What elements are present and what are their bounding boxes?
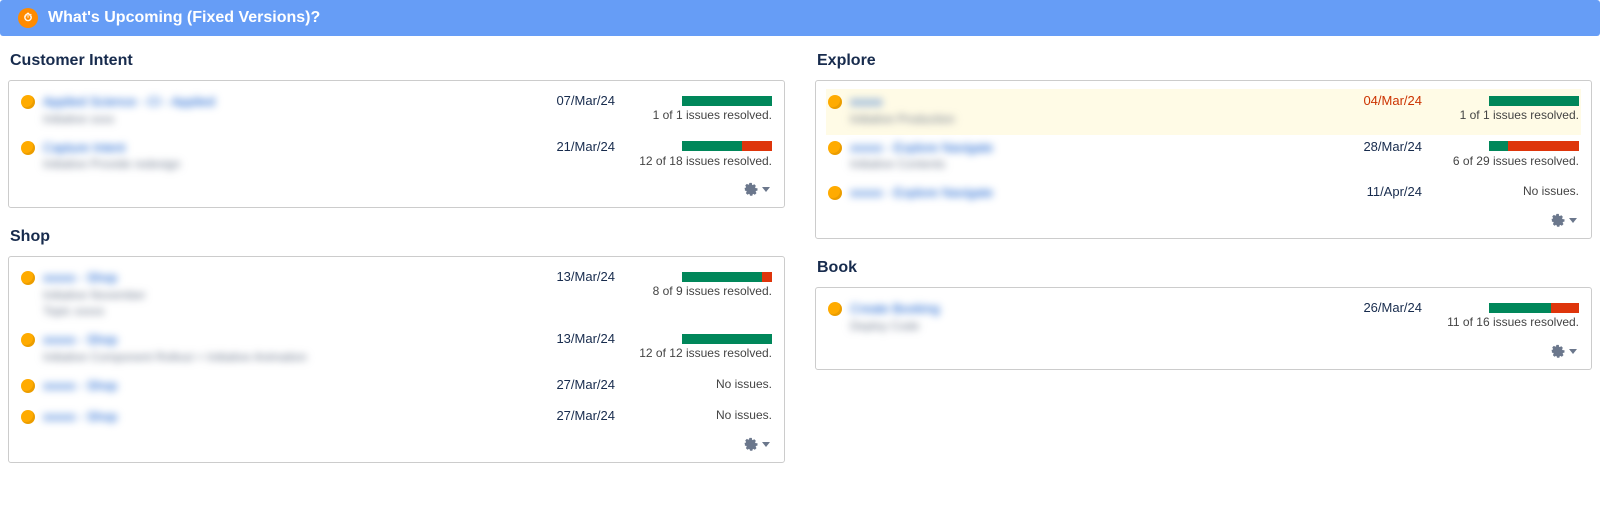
version-name: xxxxx - Explore Navigate [850, 184, 1334, 202]
version-date: 07/Mar/24 [527, 93, 627, 108]
progress-bar [1489, 303, 1579, 313]
clock-icon: ⏱ [18, 8, 38, 28]
version-name: xxxxx - Shop [43, 377, 527, 395]
version-subtitle: Initiative Production [850, 111, 1334, 127]
version-icon [21, 410, 35, 424]
left-column: Customer Intent Applied Science - CI - A… [8, 46, 785, 483]
progress-text: No issues. [627, 377, 772, 393]
version-subtitle: Initiative xxxx [43, 111, 527, 127]
progress-text: 11 of 16 issues resolved. [1434, 315, 1579, 331]
version-date: 28/Mar/24 [1334, 139, 1434, 154]
version-subtitle: Initiative Contents [850, 156, 1334, 172]
version-row[interactable]: xxxxx - Shop 27/Mar/24 No issues. [19, 373, 774, 404]
version-icon [828, 186, 842, 200]
progress-text: 12 of 12 issues resolved. [627, 346, 772, 362]
panel-actions-menu[interactable] [744, 437, 770, 451]
version-icon [21, 379, 35, 393]
version-name: xxxxx [850, 93, 1334, 111]
gadget-title: What's Upcoming (Fixed Versions)? [48, 9, 320, 27]
version-name: Capture Intent [43, 139, 527, 157]
right-column: Explore xxxxx Initiative Production 04/M… [815, 46, 1592, 483]
chevron-down-icon [762, 187, 770, 192]
version-row[interactable]: Capture Intent Initiative Provide redesi… [19, 135, 774, 181]
version-subtitle: Initiative Component Rollout + Initiativ… [43, 349, 527, 365]
version-icon [21, 333, 35, 347]
progress-text: 6 of 29 issues resolved. [1434, 154, 1579, 170]
panel-actions-menu[interactable] [744, 182, 770, 196]
progress-bar [682, 141, 772, 151]
chevron-down-icon [1569, 349, 1577, 354]
version-name: Create Booking [850, 300, 1334, 318]
version-name: xxxxx - Shop [43, 408, 527, 426]
panel-explore: xxxxx Initiative Production 04/Mar/24 1 … [815, 80, 1592, 239]
version-row[interactable]: Create Booking Deploy Code 26/Mar/24 11 … [826, 296, 1581, 342]
gear-icon [1551, 344, 1565, 358]
version-icon [21, 141, 35, 155]
version-subtitle: Initiative November [43, 287, 527, 303]
version-icon [21, 271, 35, 285]
progress-text: 12 of 18 issues resolved. [627, 154, 772, 170]
version-subtitle: Initiative Provide redesign [43, 156, 527, 172]
version-date: 27/Mar/24 [527, 377, 627, 392]
columns-container: Customer Intent Applied Science - CI - A… [0, 46, 1600, 483]
version-name: Applied Science - CI - Applied [43, 93, 527, 111]
panel-actions-menu[interactable] [1551, 213, 1577, 227]
version-date: 13/Mar/24 [527, 269, 627, 284]
panel-book: Create Booking Deploy Code 26/Mar/24 11 … [815, 287, 1592, 370]
version-date: 04/Mar/24 [1334, 93, 1434, 108]
panel-actions-menu[interactable] [1551, 344, 1577, 358]
progress-text: 1 of 1 issues resolved. [627, 108, 772, 124]
version-date: 26/Mar/24 [1334, 300, 1434, 315]
version-row[interactable]: xxxxx - Explore Navigate 11/Apr/24 No is… [826, 180, 1581, 211]
version-subtitle-2: Topic xxxxx [43, 303, 527, 319]
version-name: xxxxx - Shop [43, 269, 527, 287]
version-date: 13/Mar/24 [527, 331, 627, 346]
progress-bar [682, 272, 772, 282]
version-subtitle: Deploy Code [850, 318, 1334, 334]
version-icon [828, 95, 842, 109]
progress-text: No issues. [627, 408, 772, 424]
version-name: xxxxx - Shop [43, 331, 527, 349]
progress-bar [1489, 141, 1579, 151]
progress-text: No issues. [1434, 184, 1579, 200]
version-row[interactable]: xxxxx - Shop Initiative November Topic x… [19, 265, 774, 327]
progress-bar [682, 96, 772, 106]
version-row[interactable]: xxxxx - Explore Navigate Initiative Cont… [826, 135, 1581, 181]
chevron-down-icon [762, 442, 770, 447]
section-title-book: Book [817, 259, 1592, 277]
version-row[interactable]: xxxxx - Shop 27/Mar/24 No issues. [19, 404, 774, 435]
section-title-shop: Shop [10, 228, 785, 246]
panel-shop: xxxxx - Shop Initiative November Topic x… [8, 256, 785, 463]
progress-text: 1 of 1 issues resolved. [1434, 108, 1579, 124]
section-title-explore: Explore [817, 52, 1592, 70]
section-title-customer-intent: Customer Intent [10, 52, 785, 70]
gear-icon [744, 437, 758, 451]
gear-icon [1551, 213, 1565, 227]
gear-icon [744, 182, 758, 196]
version-date: 27/Mar/24 [527, 408, 627, 423]
version-row[interactable]: Applied Science - CI - Applied Initiativ… [19, 89, 774, 135]
version-date: 21/Mar/24 [527, 139, 627, 154]
progress-text: 8 of 9 issues resolved. [627, 284, 772, 300]
version-icon [828, 302, 842, 316]
panel-customer-intent: Applied Science - CI - Applied Initiativ… [8, 80, 785, 208]
version-icon [21, 95, 35, 109]
chevron-down-icon [1569, 218, 1577, 223]
version-date: 11/Apr/24 [1334, 184, 1434, 199]
progress-bar [1489, 96, 1579, 106]
progress-bar [682, 334, 772, 344]
gadget-header: ⏱ What's Upcoming (Fixed Versions)? [0, 0, 1600, 36]
version-name: xxxxx - Explore Navigate [850, 139, 1334, 157]
version-row[interactable]: xxxxx Initiative Production 04/Mar/24 1 … [826, 89, 1581, 135]
version-row[interactable]: xxxxx - Shop Initiative Component Rollou… [19, 327, 774, 373]
version-icon [828, 141, 842, 155]
